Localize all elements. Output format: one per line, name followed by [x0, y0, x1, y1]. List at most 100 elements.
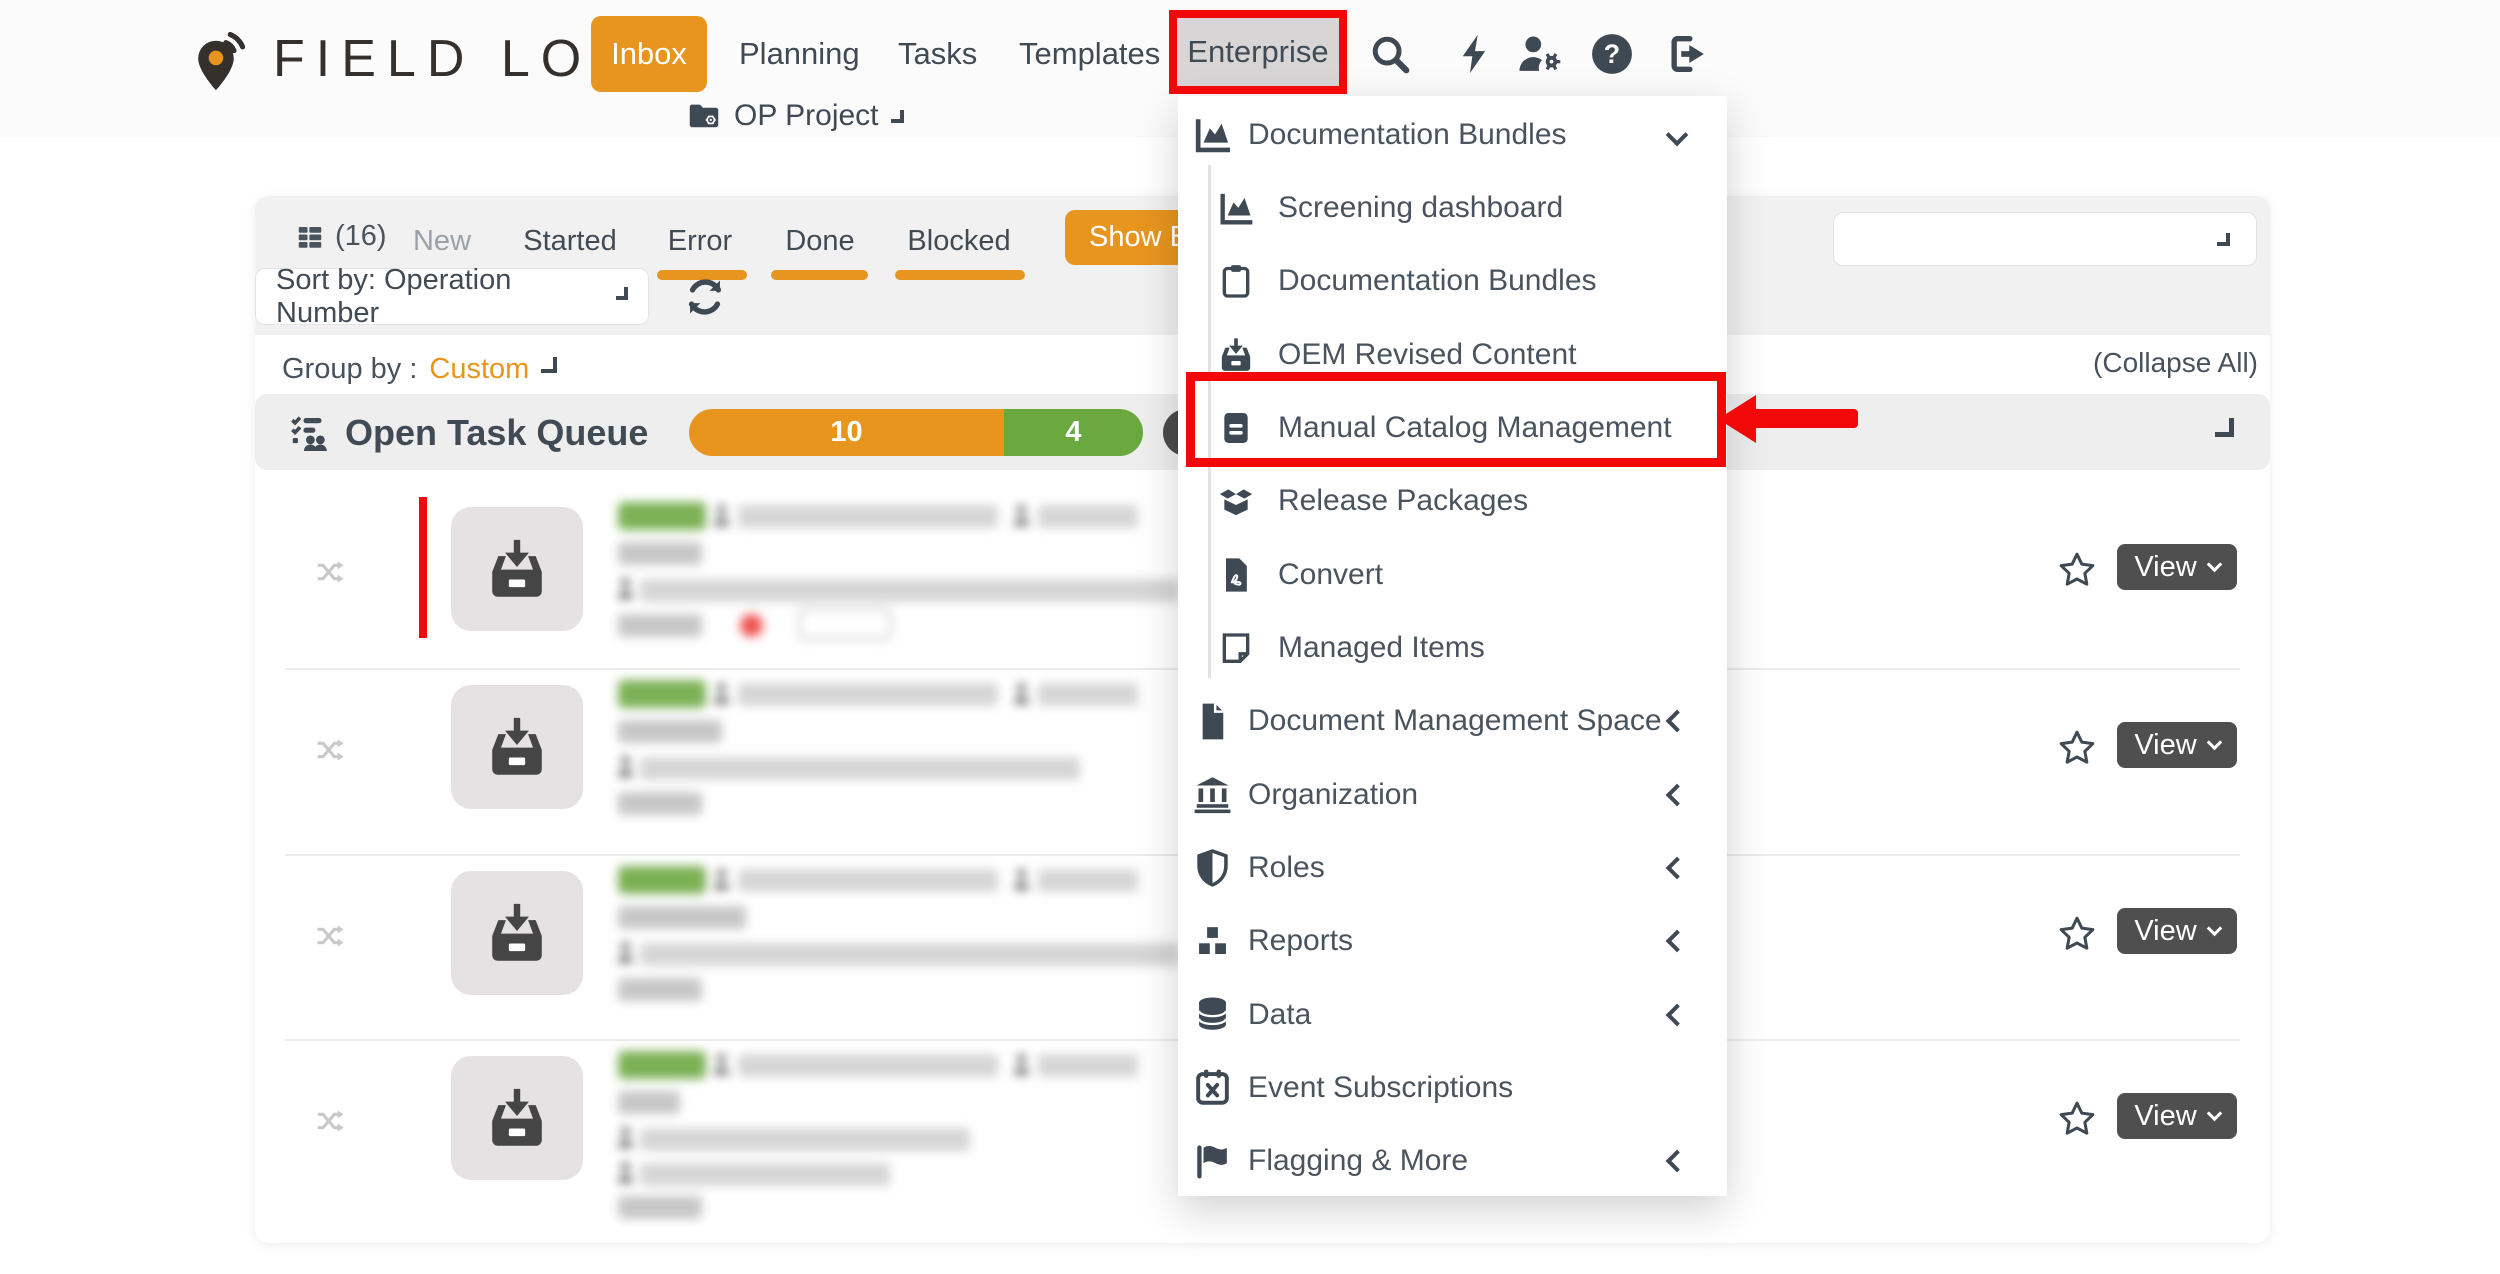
menu-item-documentation-bundles[interactable]: Documentation Bundles	[1178, 245, 1727, 318]
chevron-down-icon	[2217, 233, 2230, 246]
menu-item-document-management-space[interactable]: Document Management Space	[1178, 685, 1727, 758]
nav-item-inbox[interactable]: Inbox	[591, 16, 707, 92]
task-type-tile[interactable]	[451, 871, 583, 995]
menu-item-screening-dashboard[interactable]: Screening dashboard	[1178, 171, 1727, 244]
annotation-arrow-head	[1718, 395, 1756, 443]
inbox-in-icon	[482, 712, 552, 782]
tab-done[interactable]: Done	[785, 218, 854, 264]
annotation-arrow	[1752, 409, 1858, 428]
database-icon	[1191, 993, 1234, 1036]
chevron-down-icon	[1666, 123, 1689, 146]
tab-started[interactable]: Started	[523, 218, 617, 264]
star-icon[interactable]	[2057, 550, 2097, 590]
collapse-group-chevron-icon[interactable]	[2215, 418, 2234, 437]
redacted-text-bar	[1038, 869, 1138, 892]
redacted-text-bar	[640, 579, 1180, 602]
group-by-control: Group by : Custom	[282, 346, 557, 392]
menu-item-manual-catalog-management[interactable]: Manual Catalog Management	[1178, 391, 1727, 464]
tab-error[interactable]: Error	[668, 218, 732, 264]
task-type-tile[interactable]	[451, 685, 583, 809]
queue-title: Open Task Queue	[345, 412, 648, 454]
task-type-tile[interactable]	[451, 507, 583, 631]
person-icon	[1014, 868, 1029, 892]
filter-select[interactable]	[1833, 212, 2257, 266]
menu-item-label: Organization	[1248, 778, 1418, 812]
redacted-text-bar	[1038, 1054, 1138, 1077]
menu-item-label: OEM Revised Content	[1278, 338, 1576, 372]
menu-item-label: Flagging & More	[1248, 1144, 1468, 1178]
shuffle-icon[interactable]	[313, 920, 345, 952]
shuffle-icon[interactable]	[313, 1105, 345, 1137]
redacted-text-bar	[618, 614, 702, 637]
menu-item-label: Manual Catalog Management	[1278, 411, 1672, 445]
chevron-left-icon	[1666, 1003, 1689, 1026]
nav-item-enterprise[interactable]: Enterprise	[1177, 17, 1339, 87]
status-badge	[618, 680, 706, 708]
inbox-in-icon	[482, 534, 552, 604]
queue-count-segment: 4	[1004, 409, 1143, 456]
collapse-all-link[interactable]: (Collapse All)	[2093, 347, 2258, 379]
menu-item-label: Release Packages	[1278, 484, 1528, 518]
project-folder-gear-icon	[686, 98, 722, 134]
tab-blocked[interactable]: Blocked	[907, 218, 1010, 264]
redacted-text-bar	[618, 1196, 702, 1219]
group-by-value[interactable]: Custom	[429, 353, 529, 386]
redacted-chip[interactable]	[798, 608, 892, 640]
menu-item-flagging-more[interactable]: Flagging & More	[1178, 1125, 1727, 1198]
refresh-icon[interactable]	[682, 274, 728, 320]
shuffle-icon[interactable]	[313, 556, 345, 588]
star-icon[interactable]	[2057, 1099, 2097, 1139]
bolt-icon[interactable]	[1452, 31, 1498, 77]
star-icon[interactable]	[2057, 914, 2097, 954]
redacted-text-bar	[618, 792, 702, 815]
cubes-icon	[1191, 920, 1234, 963]
list-count[interactable]: (16)	[295, 220, 387, 253]
menu-item-managed-items[interactable]: Managed Items	[1178, 611, 1727, 684]
menu-item-event-subscriptions[interactable]: Event Subscriptions	[1178, 1051, 1727, 1124]
menu-item-label: Managed Items	[1278, 631, 1485, 665]
shuffle-icon[interactable]	[313, 734, 345, 766]
sign-out-icon[interactable]	[1664, 31, 1710, 77]
user-gear-icon[interactable]	[1514, 31, 1566, 77]
tab-new[interactable]: New	[413, 218, 471, 264]
status-badge	[618, 502, 706, 530]
search-icon[interactable]	[1367, 31, 1413, 77]
menu-item-roles[interactable]: Roles	[1178, 831, 1727, 904]
view-button[interactable]: View	[2117, 544, 2237, 590]
task-type-tile[interactable]	[451, 1056, 583, 1180]
nav-item-tasks[interactable]: Tasks	[898, 16, 977, 92]
status-badge	[618, 866, 706, 894]
menu-item-release-packages[interactable]: Release Packages	[1178, 465, 1727, 538]
view-button[interactable]: View	[2117, 1093, 2237, 1139]
shield-icon	[1191, 846, 1234, 889]
chevron-left-icon	[1666, 783, 1689, 806]
nav-item-planning[interactable]: Planning	[739, 16, 860, 92]
menu-item-convert[interactable]: Convert	[1178, 538, 1727, 611]
project-selector[interactable]: OP Project	[686, 96, 904, 136]
redacted-text-bar	[738, 869, 998, 892]
sort-select[interactable]: Sort by: Operation Number	[255, 268, 649, 325]
help-icon[interactable]: ?	[1589, 31, 1635, 77]
chevron-left-icon	[1666, 710, 1689, 733]
show-blocked-button[interactable]: Show B	[1065, 210, 1178, 265]
status-badge	[618, 1051, 706, 1079]
redacted-text-bar	[1038, 505, 1138, 528]
menu-item-oem-revised-content[interactable]: OEM Revised Content	[1178, 318, 1727, 391]
view-button[interactable]: View	[2117, 908, 2237, 954]
redacted-text-bar	[618, 720, 722, 743]
landmark-icon	[1191, 773, 1234, 816]
person-icon	[618, 1126, 633, 1150]
menu-item-documentation-bundles[interactable]: Documentation Bundles	[1178, 98, 1727, 171]
redacted-text-bar	[618, 978, 702, 1001]
person-icon	[618, 755, 633, 779]
star-icon[interactable]	[2057, 728, 2097, 768]
menu-item-data[interactable]: Data	[1178, 978, 1727, 1051]
person-icon	[714, 504, 729, 528]
chevron-down-icon	[2206, 557, 2222, 573]
view-button[interactable]: View	[2117, 722, 2237, 768]
nav-item-templates[interactable]: Templates	[1019, 16, 1160, 92]
menu-item-label: Convert	[1278, 558, 1383, 592]
menu-item-reports[interactable]: Reports	[1178, 905, 1727, 978]
chevron-down-icon[interactable]	[541, 357, 557, 373]
menu-item-organization[interactable]: Organization	[1178, 758, 1727, 831]
